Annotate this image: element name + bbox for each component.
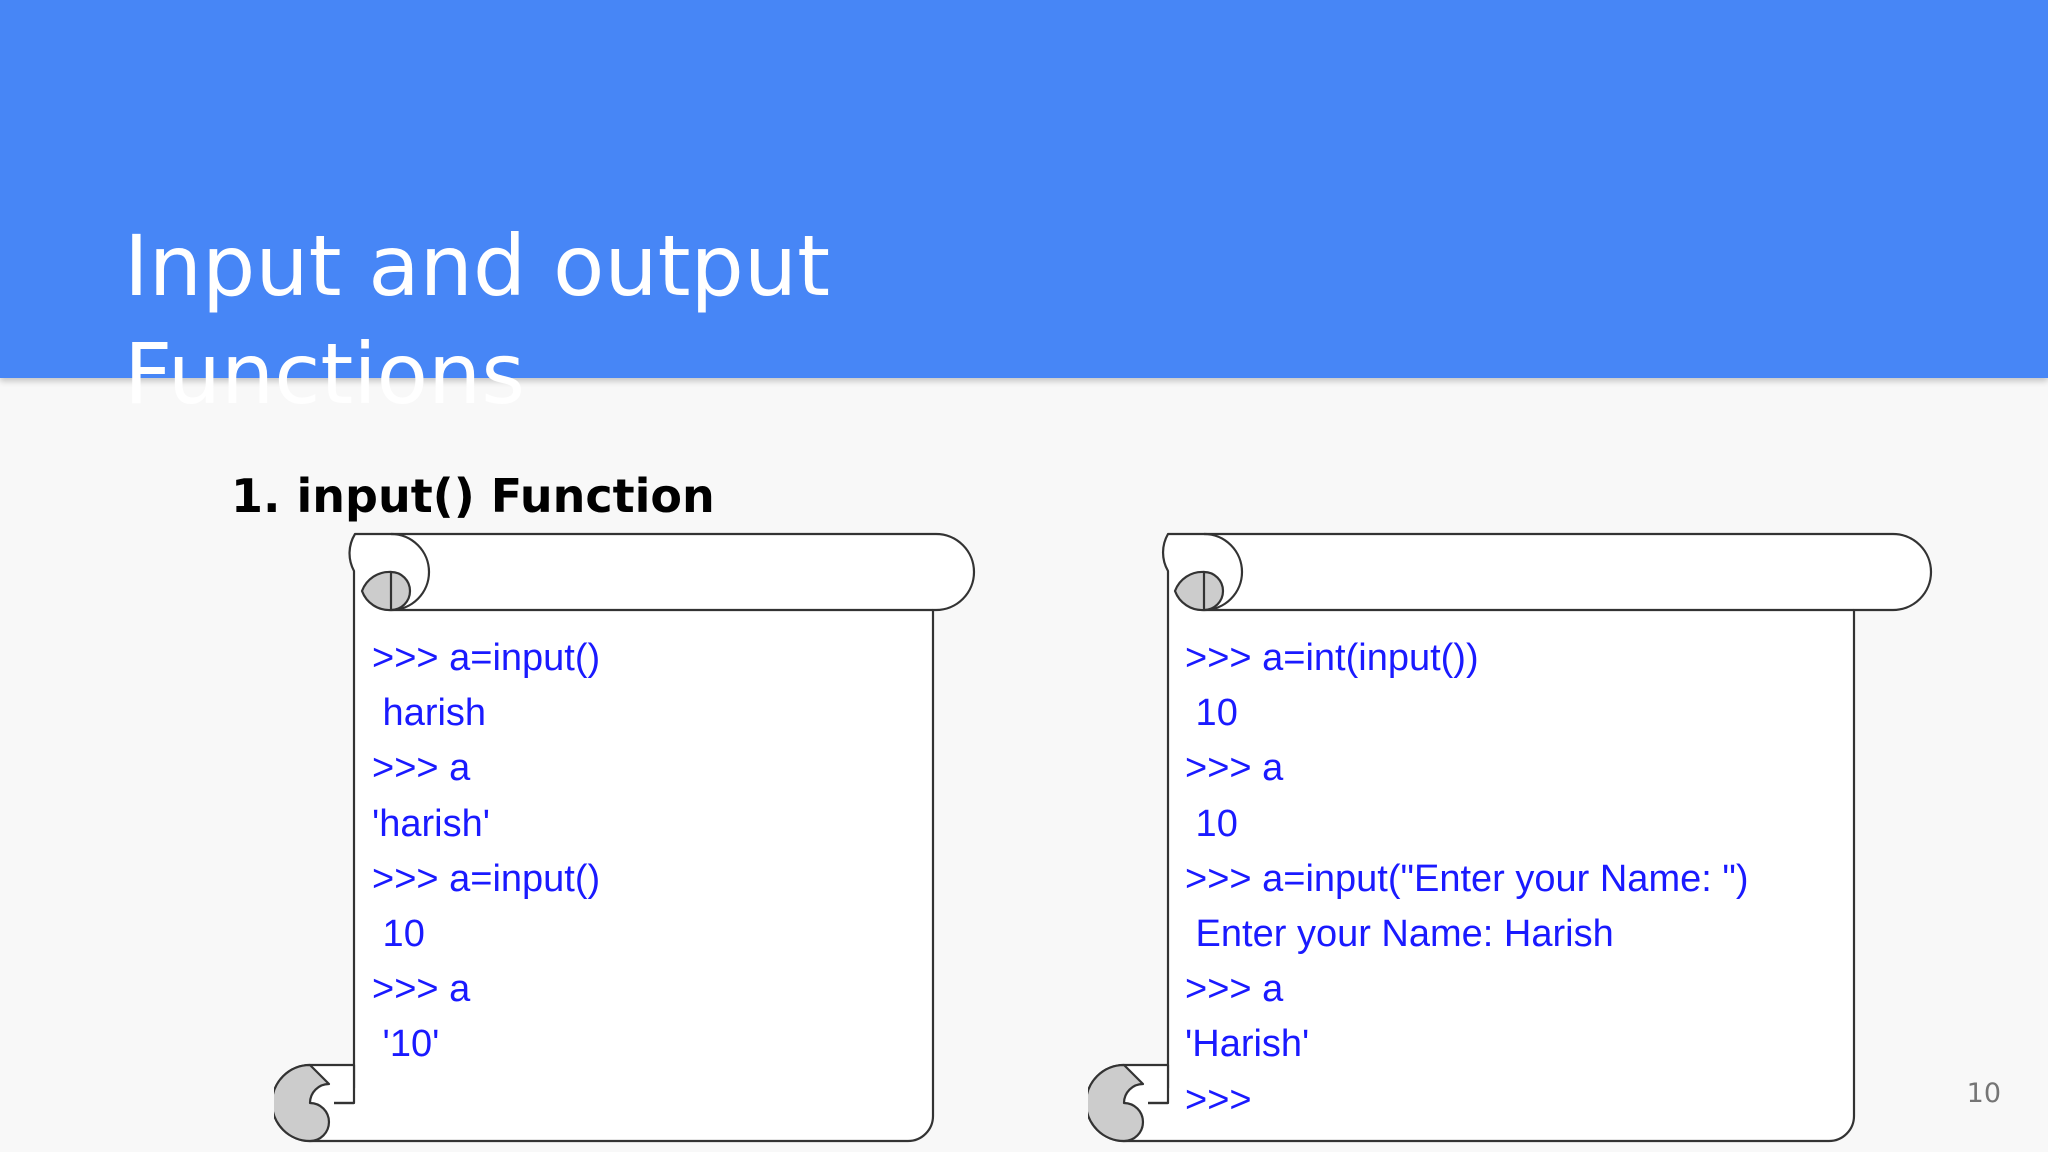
code-line: 10 bbox=[372, 912, 425, 955]
code-lines-right: >>> a=int(input()) 10 >>> a 10 >>> a=inp… bbox=[1185, 631, 1749, 1128]
code-line: '10' bbox=[372, 1023, 440, 1066]
code-line: >>> a=int(input()) bbox=[1185, 637, 1479, 679]
code-scroll-left: >>> a=input() harish >>> a 'harish' >>> … bbox=[274, 528, 1012, 1143]
title-bar: Input and output Functions bbox=[0, 0, 2048, 423]
code-line: 'Harish' bbox=[1185, 1023, 1310, 1066]
code-line: >>> a bbox=[372, 747, 471, 790]
code-line: >>> a=input("Enter your Name: ") bbox=[1185, 857, 1749, 900]
code-line: 10 bbox=[1185, 692, 1238, 735]
code-line: 10 bbox=[1185, 802, 1238, 845]
code-line: >>> a bbox=[1185, 747, 1284, 790]
section-heading: 1. input() Function bbox=[231, 469, 715, 523]
code-line: Enter your Name: Harish bbox=[1185, 912, 1614, 955]
code-lines-left: >>> a=input() harish >>> a 'harish' >>> … bbox=[372, 631, 600, 1073]
code-line: >>> a=input() bbox=[372, 857, 601, 900]
code-line: >>> a bbox=[372, 968, 471, 1011]
code-line: >>> bbox=[1185, 1078, 1252, 1121]
code-line: harish bbox=[372, 692, 487, 735]
code-scroll-right: >>> a=int(input()) 10 >>> a 10 >>> a=inp… bbox=[1088, 528, 1933, 1143]
code-line: >>> a bbox=[1185, 968, 1284, 1011]
slide-title: Input and output Functions bbox=[124, 217, 831, 423]
page-number: 10 bbox=[1966, 1078, 2001, 1109]
code-line: 'harish' bbox=[372, 802, 491, 845]
code-line: >>> a=input() bbox=[372, 637, 601, 679]
